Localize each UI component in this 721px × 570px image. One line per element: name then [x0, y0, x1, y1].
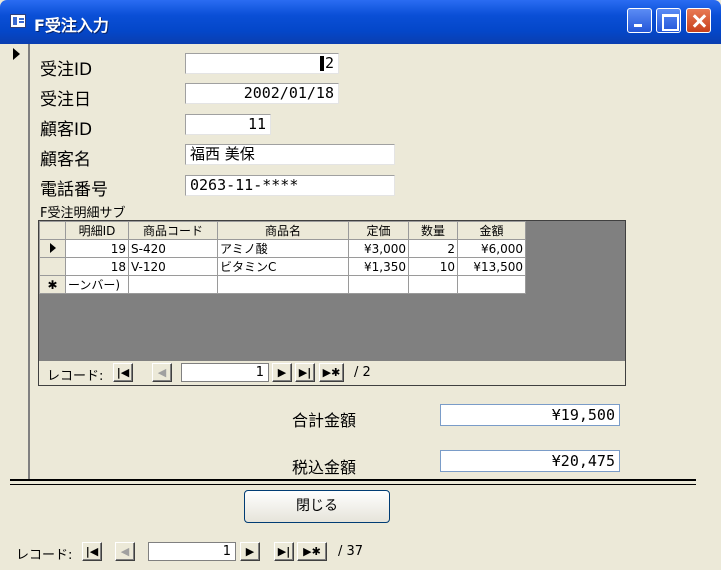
subform-label: F受注明細サブ: [40, 206, 126, 221]
new-record-icon: ▶✱: [303, 545, 321, 558]
customer-id-label: 顧客ID: [40, 120, 93, 140]
column-header[interactable]: 商品名: [217, 221, 349, 240]
product-name-cell[interactable]: [217, 275, 349, 294]
select-all-corner[interactable]: [39, 221, 66, 240]
detail-id-cell[interactable]: 18: [65, 257, 129, 276]
row-selector[interactable]: [39, 257, 66, 276]
column-header[interactable]: 明細ID: [65, 221, 129, 240]
record-selector[interactable]: [4, 44, 30, 480]
column-header[interactable]: 商品コード: [128, 221, 218, 240]
detail-id-cell[interactable]: ーンバー): [65, 275, 129, 294]
total-amount-field[interactable]: ¥19,500: [440, 404, 620, 426]
close-window-button[interactable]: [686, 8, 711, 33]
product-code-cell[interactable]: [128, 275, 218, 294]
last-record-icon: ▶|: [277, 545, 291, 558]
detail-id-cell[interactable]: 19: [65, 239, 129, 258]
column-header[interactable]: 金額: [457, 221, 526, 240]
current-record-arrow-icon: [13, 48, 20, 60]
new-record-button[interactable]: ▶✱: [297, 542, 327, 561]
maximize-button[interactable]: [656, 8, 681, 33]
amount-cell[interactable]: ¥13,500: [457, 257, 526, 276]
quantity-cell[interactable]: 2: [408, 239, 458, 258]
record-nav-label: レコード:: [47, 369, 104, 384]
record-total: / 37: [338, 544, 364, 559]
column-header[interactable]: 数量: [408, 221, 458, 240]
current-row-arrow-icon: [49, 242, 56, 253]
tax-included-field[interactable]: ¥20,475: [440, 450, 620, 472]
record-total: / 2: [354, 365, 371, 380]
phone-label: 電話番号: [40, 180, 108, 200]
footer-divider: [10, 479, 696, 481]
phone-field[interactable]: 0263-11-****: [185, 175, 395, 196]
title-bar: F受注入力: [0, 0, 721, 44]
record-number-field[interactable]: 1: [148, 542, 236, 561]
product-name-cell[interactable]: ビタミンC: [217, 257, 349, 276]
first-record-icon: |◀: [116, 366, 130, 379]
first-record-button[interactable]: |◀: [82, 542, 102, 561]
table-row[interactable]: 18 V-120 ビタミンC ¥1,350 10 ¥13,500: [39, 257, 526, 276]
new-record-row[interactable]: ✱ ーンバー): [39, 275, 526, 294]
last-record-icon: ▶|: [298, 366, 312, 379]
prev-record-button[interactable]: ◀: [115, 542, 135, 561]
product-code-cell[interactable]: V-120: [128, 257, 218, 276]
new-record-asterisk-icon: ✱: [47, 277, 58, 292]
quantity-cell[interactable]: 10: [408, 257, 458, 276]
order-detail-grid[interactable]: 明細ID 商品コード 商品名 定価 数量 金額 19 S-420 アミノ酸 ¥3…: [39, 221, 526, 294]
customer-id-field[interactable]: 11: [185, 114, 271, 135]
row-selector[interactable]: ✱: [39, 275, 66, 294]
close-button[interactable]: 閉じる: [244, 490, 390, 523]
order-date-label: 受注日: [40, 90, 91, 110]
prev-record-button[interactable]: ◀: [152, 363, 172, 382]
price-cell[interactable]: ¥3,000: [348, 239, 409, 258]
new-record-icon: ▶✱: [322, 366, 341, 379]
order-date-field[interactable]: 2002/01/18: [185, 83, 339, 104]
price-cell[interactable]: [348, 275, 409, 294]
amount-cell[interactable]: [457, 275, 526, 294]
product-code-cell[interactable]: S-420: [128, 239, 218, 258]
grid-header-row: 明細ID 商品コード 商品名 定価 数量 金額: [39, 221, 526, 240]
quantity-cell[interactable]: [408, 275, 458, 294]
prev-record-icon: ◀: [157, 366, 167, 379]
footer-divider: [10, 484, 696, 485]
subform-record-navigator: レコード: |◀ ◀ 1 ▶ ▶| ▶✱ / 2: [39, 361, 625, 385]
total-amount-label: 合計金額: [292, 411, 357, 430]
text-cursor: [319, 56, 324, 71]
next-record-button[interactable]: ▶: [240, 542, 260, 561]
column-header[interactable]: 定価: [348, 221, 409, 240]
prev-record-icon: ◀: [120, 545, 130, 558]
price-cell[interactable]: ¥1,350: [348, 257, 409, 276]
next-record-icon: ▶: [245, 545, 255, 558]
customer-name-label: 顧客名: [40, 150, 91, 170]
last-record-button[interactable]: ▶|: [295, 363, 315, 382]
new-record-button[interactable]: ▶✱: [319, 363, 344, 382]
table-row[interactable]: 19 S-420 アミノ酸 ¥3,000 2 ¥6,000: [39, 239, 526, 258]
record-nav-label: レコード:: [16, 548, 73, 563]
record-number-field[interactable]: 1: [181, 363, 269, 382]
order-id-field[interactable]: 2: [185, 53, 339, 74]
tax-included-label: 税込金額: [292, 458, 357, 477]
amount-cell[interactable]: ¥6,000: [457, 239, 526, 258]
next-record-button[interactable]: ▶: [272, 363, 292, 382]
last-record-button[interactable]: ▶|: [274, 542, 294, 561]
first-record-icon: |◀: [85, 545, 99, 558]
product-name-cell[interactable]: アミノ酸: [217, 239, 349, 258]
customer-name-field[interactable]: 福西 美保: [185, 144, 395, 165]
window-title: F受注入力: [34, 16, 109, 35]
order-detail-subform[interactable]: 明細ID 商品コード 商品名 定価 数量 金額 19 S-420 アミノ酸 ¥3…: [38, 220, 626, 386]
row-selector[interactable]: [39, 239, 66, 258]
minimize-button[interactable]: [627, 8, 652, 33]
form-icon[interactable]: [10, 14, 26, 28]
form-body: 受注ID 2 受注日 2002/01/18 顧客ID 11 顧客名 福西 美保 …: [2, 44, 719, 568]
order-id-label: 受注ID: [40, 60, 93, 80]
first-record-button[interactable]: |◀: [113, 363, 133, 382]
next-record-icon: ▶: [277, 366, 287, 379]
